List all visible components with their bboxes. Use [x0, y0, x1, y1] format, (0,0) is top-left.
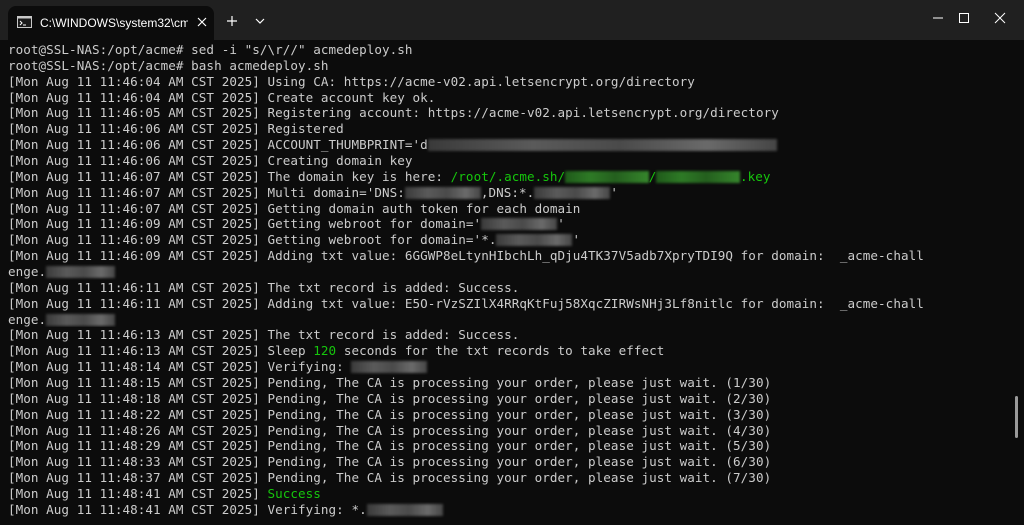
line-text: enge. [8, 311, 47, 327]
terminal-line: enge. [8, 264, 1004, 280]
terminal-line: [Mon Aug 11 11:46:13 AM CST 2025] The tx… [8, 327, 1004, 343]
line-text: root@SSL-NAS:/opt/acme# sed -i "s/\r//" … [8, 42, 413, 57]
terminal-line: [Mon Aug 11 11:48:15 AM CST 2025] Pendin… [8, 375, 1004, 391]
line-text: Success [267, 486, 321, 502]
redacted-text [351, 361, 428, 374]
line-text: [Mon Aug 11 11:46:09 AM CST 2025] Adding… [8, 248, 924, 264]
terminal-line: [Mon Aug 11 11:48:41 AM CST 2025] Verify… [8, 502, 1004, 518]
scrollbar[interactable] [1015, 396, 1018, 438]
line-text: [Mon Aug 11 11:48:33 AM CST 2025] Pendin… [8, 454, 772, 470]
terminal-line: [Mon Aug 11 11:46:11 AM CST 2025] The tx… [8, 280, 1004, 296]
terminal-line: [Mon Aug 11 11:46:07 AM CST 2025] Multi … [8, 185, 1004, 201]
redacted-text [427, 139, 778, 152]
line-text: ,DNS:*. [480, 184, 535, 200]
line-text: [Mon Aug 11 11:48:26 AM CST 2025] Pendin… [8, 422, 772, 438]
terminal-line: [Mon Aug 11 11:48:37 AM CST 2025] Pendin… [8, 470, 1004, 486]
line-text: [Mon Aug 11 11:46:13 AM CST 2025] The tx… [8, 327, 520, 343]
terminal-line: [Mon Aug 11 11:46:04 AM CST 2025] Using … [8, 74, 1004, 90]
line-text: [Mon Aug 11 11:48:22 AM CST 2025] Pendin… [8, 406, 772, 422]
line-text: [Mon Aug 11 11:46:06 AM CST 2025] Regist… [8, 121, 344, 137]
chevron-down-icon[interactable] [250, 12, 270, 30]
terminal-line: [Mon Aug 11 11:46:06 AM CST 2025] Regist… [8, 121, 1004, 137]
terminal-line: [Mon Aug 11 11:46:05 AM CST 2025] Regist… [8, 105, 1004, 121]
line-text: [Mon Aug 11 11:48:18 AM CST 2025] Pendin… [8, 390, 772, 406]
terminal-line: [Mon Aug 11 11:46:09 AM CST 2025] Gettin… [8, 216, 1004, 232]
redacted-text [481, 218, 558, 231]
terminal-line: [Mon Aug 11 11:46:11 AM CST 2025] Adding… [8, 296, 1004, 312]
line-text: [Mon Aug 11 11:46:07 AM CST 2025] Multi … [8, 184, 405, 200]
redacted-text [565, 170, 649, 183]
line-text: [Mon Aug 11 11:48:37 AM CST 2025] Pendin… [8, 470, 772, 486]
terminal-line: [Mon Aug 11 11:48:18 AM CST 2025] Pendin… [8, 391, 1004, 407]
line-text: [Mon Aug 11 11:46:05 AM CST 2025] Regist… [8, 105, 779, 121]
line-text: [Mon Aug 11 11:48:29 AM CST 2025] Pendin… [8, 438, 772, 454]
line-text: ' [557, 216, 565, 232]
line-text: .key [739, 168, 771, 184]
terminal-line: root@SSL-NAS:/opt/acme# sed -i "s/\r//" … [8, 42, 1004, 58]
line-text: [Mon Aug 11 11:46:06 AM CST 2025] ACCOUN… [8, 137, 428, 153]
terminal-output[interactable]: root@SSL-NAS:/opt/acme# sed -i "s/\r//" … [8, 42, 1004, 525]
terminal-line: [Mon Aug 11 11:46:07 AM CST 2025] The do… [8, 169, 1004, 185]
line-text: [Mon Aug 11 11:48:41 AM CST 2025] Verify… [8, 501, 367, 517]
line-text: [Mon Aug 11 11:48:15 AM CST 2025] Pendin… [8, 375, 772, 391]
line-text: [Mon Aug 11 11:46:04 AM CST 2025] Using … [8, 73, 695, 89]
line-text: 120 [313, 343, 337, 359]
terminal-line: root@SSL-NAS:/opt/acme# bash acmedeploy.… [8, 58, 1004, 74]
cmd-icon [17, 16, 32, 28]
terminal-window: C:\WINDOWS\system32\cmd.e root@S [0, 0, 1024, 525]
line-text: ' [610, 184, 618, 200]
line-text: [Mon Aug 11 11:46:09 AM CST 2025] Gettin… [8, 232, 497, 248]
close-window-button[interactable] [978, 0, 1024, 36]
terminal-line: [Mon Aug 11 11:46:13 AM CST 2025] Sleep … [8, 343, 1004, 359]
terminal-line: [Mon Aug 11 11:46:06 AM CST 2025] ACCOUN… [8, 137, 1004, 153]
terminal-line: [Mon Aug 11 11:48:29 AM CST 2025] Pendin… [8, 438, 1004, 454]
terminal-line: [Mon Aug 11 11:48:26 AM CST 2025] Pendin… [8, 423, 1004, 439]
line-text: [Mon Aug 11 11:46:11 AM CST 2025] Adding… [8, 295, 924, 311]
tab-title: C:\WINDOWS\system32\cmd.e [40, 16, 188, 30]
line-text: seconds for the txt records to take effe… [336, 343, 665, 359]
terminal-line: [Mon Aug 11 11:48:41 AM CST 2025] Succes… [8, 486, 1004, 502]
redacted-text [534, 186, 611, 199]
line-text: [Mon Aug 11 11:46:04 AM CST 2025] Create… [8, 89, 436, 105]
terminal-line: enge. [8, 312, 1004, 328]
line-text: [Mon Aug 11 11:48:41 AM CST 2025] [8, 486, 268, 502]
terminal-line: [Mon Aug 11 11:46:04 AM CST 2025] Create… [8, 90, 1004, 106]
terminal-line: [Mon Aug 11 11:46:07 AM CST 2025] Gettin… [8, 201, 1004, 217]
redacted-text [46, 313, 115, 326]
line-text: [Mon Aug 11 11:46:13 AM CST 2025] Sleep [8, 343, 314, 359]
line-text: [Mon Aug 11 11:48:14 AM CST 2025] Verify… [8, 359, 352, 375]
redacted-text [656, 170, 740, 183]
close-icon [994, 12, 1006, 24]
line-text: root@SSL-NAS:/opt/acme# bash acmedeploy.… [8, 57, 329, 73]
terminal-line: [Mon Aug 11 11:46:09 AM CST 2025] Adding… [8, 248, 1004, 264]
line-text: [Mon Aug 11 11:46:07 AM CST 2025] Gettin… [8, 200, 581, 216]
terminal-line: [Mon Aug 11 11:48:22 AM CST 2025] Pendin… [8, 407, 1004, 423]
redacted-text [46, 266, 115, 279]
redacted-text [366, 503, 443, 516]
redacted-text [404, 186, 481, 199]
redacted-text [496, 234, 573, 247]
line-text: ' [572, 232, 581, 248]
line-text: [Mon Aug 11 11:46:09 AM CST 2025] Gettin… [8, 216, 482, 232]
terminal-line: [Mon Aug 11 11:48:33 AM CST 2025] Pendin… [8, 454, 1004, 470]
new-tab-icon[interactable] [222, 12, 242, 30]
line-text: [Mon Aug 11 11:46:07 AM CST 2025] The do… [8, 168, 451, 184]
terminal-line: [Mon Aug 11 11:48:14 AM CST 2025] Verify… [8, 359, 1004, 375]
line-text: [Mon Aug 11 11:46:06 AM CST 2025] Creati… [8, 153, 413, 169]
line-text: enge. [8, 264, 47, 280]
terminal-line: [Mon Aug 11 11:46:09 AM CST 2025] Gettin… [8, 232, 1004, 248]
maximize-icon [959, 13, 969, 23]
terminal-line: [Mon Aug 11 11:46:06 AM CST 2025] Creati… [8, 153, 1004, 169]
line-text: [Mon Aug 11 11:46:11 AM CST 2025] The tx… [8, 279, 520, 295]
line-text: /root/.acme.sh/ [450, 168, 566, 184]
tab-cmd[interactable]: C:\WINDOWS\system32\cmd.e [8, 6, 214, 40]
title-bar: C:\WINDOWS\system32\cmd.e [0, 0, 1024, 40]
close-tab-icon[interactable] [194, 14, 210, 30]
line-text: / [648, 168, 657, 184]
